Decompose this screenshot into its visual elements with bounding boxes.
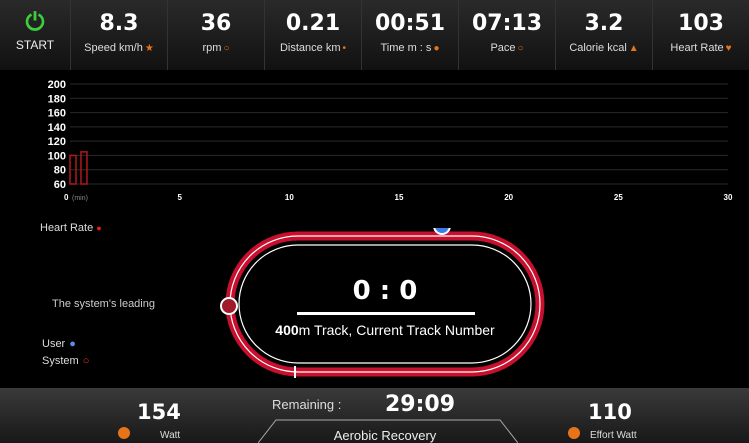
- effort-watt-value: 110: [588, 400, 632, 424]
- calorie-stat: 3.2 Calorie kcal ▲: [555, 0, 652, 70]
- time-label: Time m : s: [380, 42, 432, 54]
- heart-rate-label: Heart Rate: [670, 42, 724, 54]
- x-tick-label: 15: [395, 193, 404, 202]
- x-tick-label: 0: [64, 193, 69, 202]
- track-legend: User ● System ○: [42, 338, 89, 372]
- heart-rate-bar: [80, 151, 88, 185]
- speed-stat: 8.3 Speed km/h ★: [70, 0, 167, 70]
- watt-label: Watt: [160, 430, 181, 441]
- workout-mode: Aerobic Recovery: [333, 428, 437, 443]
- x-tick-label: 30: [724, 193, 733, 202]
- system-marker: [220, 297, 238, 315]
- distance-label: Distance km: [279, 42, 341, 54]
- y-tick-label: 160: [48, 108, 66, 120]
- score-display: 0 : 0: [352, 276, 418, 306]
- legend-user-label: User: [42, 338, 66, 350]
- rpm-label: rpm: [202, 42, 222, 54]
- calorie-label: Calorie kcal: [569, 42, 627, 54]
- heart-rate-value: 103: [678, 11, 724, 36]
- track-info: 400m Track, Current Track Number: [240, 322, 530, 338]
- legend-system-label: System: [42, 355, 79, 367]
- effort-watt-icon: [568, 427, 580, 439]
- time-stat: 00:51 Time m : s ●: [361, 0, 458, 70]
- heart-rate-stat: 103 Heart Rate ♥: [652, 0, 749, 70]
- system-dot-icon: ○: [82, 355, 90, 367]
- distance-icon: •: [342, 43, 347, 54]
- rpm-icon: ○: [223, 43, 230, 54]
- rpm-value: 36: [200, 11, 232, 36]
- effort-watt-label: Effort Watt: [590, 430, 637, 441]
- start-button[interactable]: ⏻ START: [0, 0, 70, 70]
- distance-value: 0.21: [285, 11, 341, 36]
- y-tick-label: 180: [48, 93, 66, 105]
- remaining-label: Remaining :: [272, 397, 342, 412]
- calorie-value: 3.2: [584, 11, 624, 36]
- stats-bar: ⏻ START 8.3 Speed km/h ★ 36 rpm ○ 0.21 Dis…: [0, 0, 749, 70]
- y-tick-label: 120: [48, 136, 66, 148]
- x-tick-label: 5: [177, 193, 182, 202]
- pace-icon: ○: [517, 43, 524, 54]
- y-tick-label: 200: [48, 79, 66, 91]
- time-value: 00:51: [374, 11, 446, 36]
- track-length: 400: [275, 322, 299, 338]
- score-divider: [297, 312, 475, 315]
- watt-icon: [118, 427, 130, 439]
- y-tick-label: 80: [54, 165, 66, 177]
- runner-icon: ★: [144, 43, 154, 54]
- pace-value: 07:13: [471, 11, 543, 36]
- watt-value: 154: [137, 400, 181, 424]
- x-tick-label: 25: [614, 193, 623, 202]
- heart-dot-icon: ●: [96, 223, 102, 233]
- pace-stat: 07:13 Pace ○: [458, 0, 555, 70]
- start-label: START: [15, 38, 55, 52]
- y-tick-label: 60: [54, 179, 66, 191]
- y-tick-label: 100: [48, 150, 66, 162]
- y-tick-label: 140: [48, 122, 66, 134]
- distance-stat: 0.21 Distance km •: [264, 0, 361, 70]
- power-icon: ⏻: [25, 9, 45, 36]
- speed-value: 8.3: [99, 11, 139, 36]
- pace-label: Pace: [490, 42, 516, 54]
- chart-legend-label: Heart Rate: [40, 222, 94, 234]
- clock-icon: ●: [433, 43, 440, 54]
- rpm-stat: 36 rpm ○: [167, 0, 264, 70]
- x-unit-label: (min): [72, 195, 88, 202]
- speed-label: Speed km/h: [84, 42, 143, 54]
- heart-rate-chart-svg: 200 180 160 140 120 100 80 60 0 5 10 15 20 25 30 (min): [48, 79, 733, 202]
- leading-status: The system's leading: [52, 298, 155, 310]
- remaining-time: 29:09: [385, 392, 456, 417]
- heart-rate-chart: 200 180 160 140 120 100 80 60 0 5 10 15 20 25 30 (min): [0, 72, 749, 232]
- x-tick-label: 20: [504, 193, 513, 202]
- track-info-text: m Track, Current Track Number: [298, 322, 495, 338]
- user-dot-icon: ●: [69, 338, 76, 350]
- x-tick-label: 10: [285, 193, 294, 202]
- heart-icon: ♥: [725, 43, 732, 54]
- chart-legend: Heart Rate ●: [40, 222, 102, 234]
- flame-icon: ▲: [628, 43, 639, 54]
